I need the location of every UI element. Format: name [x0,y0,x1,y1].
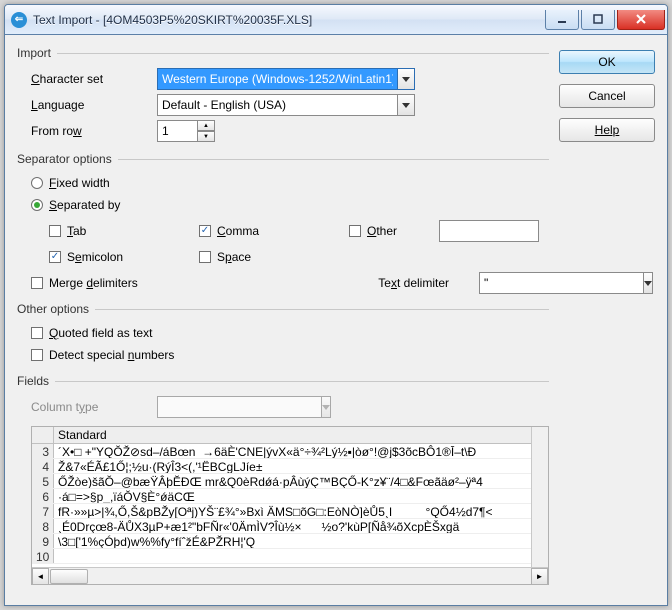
cell-content: Ž&7«ÉÃ£1Ő¦;½u·(RýÎ3<(,'¹ËBCgLJíe± [54,459,531,473]
text-delimiter-dropdown[interactable] [479,272,549,294]
table-row[interactable]: 5ŐŽòe)šãŎ–@bæŸÂþĔĐŒ mr&Q0èRdǿá·pÂùýÇ™BÇŐ… [32,474,531,489]
dropdown-arrow-icon [321,396,331,418]
dropdown-arrow-icon[interactable] [397,68,415,90]
check-detect-numbers[interactable]: Detect special numbers [31,344,549,366]
group-separator-title: Separator options [17,152,118,166]
check-tab[interactable]: Tab [49,220,199,242]
help-button[interactable]: Help [559,118,655,142]
charset-label: Character set [31,72,157,86]
fromrow-label: From row [31,124,157,138]
check-space[interactable]: Space [199,246,349,268]
row-number: 6 [32,489,54,503]
column-header[interactable]: Standard [54,427,531,443]
row-number: 4 [32,459,54,473]
language-label: Language [31,98,157,112]
other-input[interactable] [439,220,539,242]
preview-table[interactable]: Standard 3´X•□ +"YQŎŽ⊘sd–/áBœn →6äÈ'CNE|… [31,426,549,585]
cell-content: ŐŽòe)šãŎ–@bæŸÂþĔĐŒ mr&Q0èRdǿá·pÂùýÇ™BÇŐ-… [54,474,531,488]
cell-content: ´X•□ +"YQŎŽ⊘sd–/áBœn →6äÈ'CNE|ývX«ä°÷¾²L… [54,444,531,458]
text-delimiter-label: Text delimiter [378,276,449,290]
check-merge-delimiters[interactable]: Merge delimiters [31,272,138,294]
cell-content: \3□['1%çÓþd)w%%fy°fíˆžÉ&PŽRH¦'Q [54,534,531,548]
window-title: Text Import - [4OM4503P5%20SKIRT%20035F.… [33,13,543,27]
scroll-right-icon[interactable]: ► [531,568,548,585]
fromrow-spinner[interactable]: ▲ ▼ [157,120,215,142]
radio-fixed-width[interactable]: Fixed width [31,172,549,194]
table-row[interactable]: 8¸É0Drçœ8-ÄŮX3µP+æ1²"bFÑr«'0ÄmÌV?Îù½× ½o… [32,519,531,534]
group-fields: Fields Column type [17,374,549,585]
column-type-label: Column type [31,400,157,414]
vertical-scrollbar[interactable] [531,427,548,567]
titlebar[interactable]: ⇐ Text Import - [4OM4503P5%20SKIRT%20035… [5,5,667,35]
group-other-options: Other options Quoted field as text Detec… [17,302,549,366]
check-semicolon[interactable]: ✓Semicolon [49,246,199,268]
row-number: 5 [32,474,54,488]
check-other[interactable]: Other [349,220,439,242]
language-dropdown[interactable] [157,94,415,116]
group-import-title: Import [17,46,57,60]
dialog-window: ⇐ Text Import - [4OM4503P5%20SKIRT%20035… [4,4,668,606]
charset-value [157,68,397,90]
table-row[interactable]: 3´X•□ +"YQŎŽ⊘sd–/áBœn →6äÈ'CNE|ývX«ä°÷¾²… [32,444,531,459]
row-gutter [32,427,54,443]
scroll-thumb[interactable] [50,569,88,584]
group-import: Import Character set Language [17,46,549,144]
spin-up-icon[interactable]: ▲ [197,120,215,131]
cell-content: fR·»»µ>|¾,Ő,Š&pBŽy[Oªj)YŠ¨£¾°»Bxì ÄMS□õG… [54,504,531,518]
row-number: 10 [32,549,54,563]
table-row[interactable]: 10 [32,549,531,564]
dropdown-arrow-icon[interactable] [397,94,415,116]
row-number: 7 [32,504,54,518]
table-row[interactable]: 4Ž&7«ÉÃ£1Ő¦;½u·(RýÎ3<(,'¹ËBCgLJíe± [32,459,531,474]
group-other-title: Other options [17,302,95,316]
fromrow-value [157,120,197,142]
scroll-left-icon[interactable]: ◄ [32,568,49,585]
maximize-button[interactable] [581,10,615,30]
cell-content: ¸É0Drçœ8-ÄŮX3µP+æ1²"bFÑr«'0ÄmÌV?Îù½× ½o?… [54,519,531,533]
charset-dropdown[interactable] [157,68,415,90]
minimize-button[interactable] [545,10,579,30]
group-fields-title: Fields [17,374,55,388]
radio-separated-by[interactable]: Separated by [31,194,549,216]
cancel-button[interactable]: Cancel [559,84,655,108]
app-icon: ⇐ [11,12,27,28]
table-row[interactable]: 6·á□=>§p_,ïáŎV§È°ǿäCŒ [32,489,531,504]
horizontal-scrollbar[interactable]: ◄ ► [32,567,548,584]
group-separator: Separator options Fixed width Separated … [17,152,549,294]
row-number: 3 [32,444,54,458]
row-number: 9 [32,534,54,548]
cell-content [54,549,531,563]
language-value [157,94,397,116]
check-quoted-field[interactable]: Quoted field as text [31,322,549,344]
column-type-dropdown [157,396,277,418]
close-button[interactable] [617,10,665,30]
table-row[interactable]: 7fR·»»µ>|¾,Ő,Š&pBŽy[Oªj)YŠ¨£¾°»Bxì ÄMS□õ… [32,504,531,519]
check-comma[interactable]: ✓Comma [199,220,349,242]
ok-button[interactable]: OK [559,50,655,74]
cell-content: ·á□=>§p_,ïáŎV§È°ǿäCŒ [54,489,531,503]
row-number: 8 [32,519,54,533]
spin-down-icon[interactable]: ▼ [197,131,215,142]
table-row[interactable]: 9\3□['1%çÓþd)w%%fy°fíˆžÉ&PŽRH¦'Q [32,534,531,549]
